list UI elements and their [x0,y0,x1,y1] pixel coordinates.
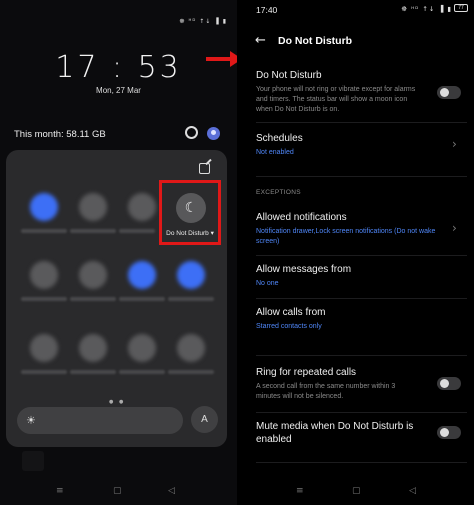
edit-icon[interactable] [199,163,210,174]
quick-tile-label [70,229,116,233]
allowed-notifications-title: Allowed notifications [256,212,347,223]
status-bar-time: 17:40 [256,5,278,15]
home-nav-icon[interactable]: ▢ [352,486,361,496]
lockscreen-date: Mon, 27 Mar [96,86,141,95]
background-app-icon [22,451,44,471]
back-nav-icon[interactable]: ◁ [409,486,416,496]
lockscreen-clock: 17 : 53 [55,50,182,85]
dnd-settings-screen: 17:40 ☸ ᴴᴰ ↑↓ ▐ ▮ 77 ← Do Not Disturb Do… [237,0,474,505]
schedules-row[interactable]: Schedules Not enabled › [256,133,467,159]
quick-tile[interactable] [79,261,107,289]
quick-tile[interactable] [177,261,205,289]
quick-tile-label [119,370,165,374]
quick-tile-label [168,370,214,374]
quick-tile-label [21,297,67,301]
chevron-right-icon: › [452,137,457,151]
quick-tile-label [21,229,67,233]
chevron-right-icon: › [452,221,457,235]
divider [256,355,467,356]
user-icon[interactable] [207,127,220,140]
divider [256,255,467,256]
allow-calls-value: Starred contacts only [256,323,322,330]
quick-tile-bluetooth[interactable] [128,193,156,221]
quick-tile[interactable] [128,334,156,362]
ring-repeated-toggle[interactable] [437,377,461,390]
status-bar-icons: ☸ ᴴᴰ ↑↓ ▐ ▮ [401,5,452,13]
ring-repeated-title: Ring for repeated calls [256,367,357,378]
allowed-notifications-row[interactable]: Allowed notifications Notification drawe… [256,212,467,248]
mute-media-toggle[interactable] [437,426,461,439]
ring-repeated-calls-row[interactable]: Ring for repeated calls A second call fr… [256,367,467,405]
exceptions-header: EXCEPTIONS [256,189,301,196]
home-nav-icon[interactable]: ▢ [113,486,122,496]
quick-tile-label [70,370,116,374]
mute-media-row[interactable]: Mute media when Do Not Disturb is enable… [256,420,467,450]
quick-tile[interactable] [128,261,156,289]
quick-tile-wifi[interactable] [30,193,58,221]
data-usage-label: This month: 58.11 GB [14,129,106,140]
quick-tile-label [119,297,165,301]
navigation-bar: ≡ ▢ ◁ [0,486,237,498]
divider [256,462,467,463]
quick-tile[interactable] [30,334,58,362]
status-bar-icons: ☸ ᴴᴰ ↑↓ ▐ ▮ [179,18,227,25]
page-title: Do Not Disturb [278,35,353,47]
allow-messages-title: Allow messages from [256,264,352,275]
quick-tile-mobile-data[interactable] [79,193,107,221]
allowed-notifications-value: Notification drawer,Lock screen notifica… [256,228,436,245]
brightness-slider[interactable] [17,407,183,434]
quick-tile[interactable] [79,334,107,362]
auto-brightness-button[interactable]: A [191,406,218,433]
menu-nav-icon[interactable]: ≡ [56,486,64,496]
quick-tile[interactable] [30,261,58,289]
red-arrow-shaft [206,57,232,61]
divider [256,412,467,413]
allow-messages-row[interactable]: Allow messages from No one [256,264,467,290]
menu-nav-icon[interactable]: ≡ [296,486,304,496]
gear-icon[interactable] [185,126,198,139]
dnd-description: Your phone will not ring or vibrate exce… [256,86,416,113]
back-arrow-icon[interactable]: ← [255,33,266,48]
mute-media-title: Mute media when Do Not Disturb is enable… [256,421,414,445]
schedules-title: Schedules [256,133,303,144]
dnd-title: Do Not Disturb [256,70,322,81]
divider [256,122,467,123]
schedules-value: Not enabled [256,149,294,156]
divider [256,298,467,299]
allow-calls-title: Allow calls from [256,307,326,318]
sun-icon: ☀ [26,414,36,427]
allow-calls-row[interactable]: Allow calls from Starred contacts only [256,307,467,333]
quick-tile-label [21,370,67,374]
quick-tile-label [70,297,116,301]
quick-tile-label [168,297,214,301]
quick-settings-screen: ☸ ᴴᴰ ↑↓ ▐ ▮ 17 : 53 Mon, 27 Mar This mon… [0,0,237,505]
dnd-row[interactable]: Do Not Disturb Your phone will not ring … [256,70,467,118]
navigation-bar: ≡ ▢ ◁ [237,486,474,498]
divider [256,176,467,177]
allow-messages-value: No one [256,280,279,287]
ring-repeated-description: A second call from the same number withi… [256,383,396,400]
page-indicator: ● ● [109,399,126,405]
quick-tile[interactable] [177,334,205,362]
back-nav-icon[interactable]: ◁ [168,486,175,496]
battery-icon: 77 [454,4,468,12]
dnd-toggle[interactable] [437,86,461,99]
dnd-highlight-box [159,180,221,245]
quick-tile-label [119,229,155,233]
